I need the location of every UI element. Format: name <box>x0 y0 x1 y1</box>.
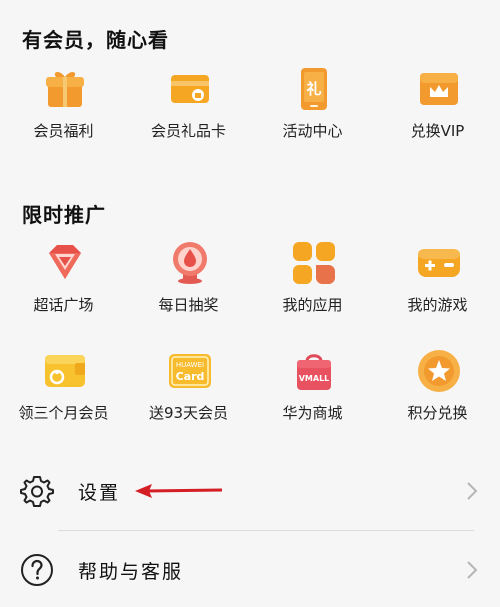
help-label: 帮助与客服 <box>78 561 184 583</box>
tile-93-days-membership[interactable]: HUAWEI Card 送93天会员 <box>126 349 251 439</box>
tile-label: 会员礼品卡 <box>150 122 226 140</box>
huawei-card-icon: HUAWEI Card <box>169 354 211 388</box>
tile-redeem-vip[interactable]: 兑换VIP <box>375 67 500 157</box>
huawei-card-bottom-text: Card <box>176 370 205 383</box>
tile-label: 领三个月会员 <box>18 404 109 422</box>
chevron-right-icon <box>467 561 478 579</box>
tile-label: 我的应用 <box>282 296 343 314</box>
settings-row[interactable]: 设置 <box>0 461 500 521</box>
wallet-icon <box>45 355 85 387</box>
gear-icon <box>20 476 54 507</box>
tile-label: 兑换VIP <box>410 122 465 140</box>
event-center-icon: 礼 <box>301 68 327 110</box>
settings-label: 设置 <box>78 482 121 504</box>
promotion-section-title: 限时推广 <box>22 203 106 227</box>
tile-three-months-membership[interactable]: 领三个月会员 <box>1 349 126 439</box>
tile-super-topic[interactable]: 超话广场 <box>1 241 126 331</box>
apps-icon <box>293 242 335 284</box>
divider <box>58 530 474 531</box>
svg-text:礼: 礼 <box>306 80 321 98</box>
vmall-bag-icon: VMALL <box>297 354 331 390</box>
huawei-card-top-text: HUAWEI <box>176 361 204 369</box>
vmall-bag-text: VMALL <box>299 374 330 383</box>
gamepad-icon <box>418 249 460 277</box>
gift-card-icon <box>171 75 209 103</box>
tile-label: 送93天会员 <box>148 404 229 422</box>
gift-icon <box>46 72 84 107</box>
tile-label: 华为商城 <box>282 404 343 422</box>
tile-label: 超话广场 <box>33 296 94 314</box>
crown-icon <box>420 73 458 105</box>
promotion-row-2: 领三个月会员 HUAWEI Card 送93天会员 VMALL 华为商城 积分兑… <box>0 349 500 439</box>
tile-my-games[interactable]: 我的游戏 <box>375 241 500 331</box>
tile-member-gift-card[interactable]: 会员礼品卡 <box>126 67 251 157</box>
diamond-icon <box>49 245 81 279</box>
tile-huawei-mall[interactable]: VMALL 华为商城 <box>250 349 375 439</box>
chevron-right-icon <box>467 482 478 500</box>
promotion-row-1: 超话广场 每日抽奖 我的应用 我的游戏 <box>0 241 500 331</box>
membership-row: 会员福利 会员礼品卡 礼 活动中心 兑换VIP <box>0 67 500 157</box>
star-coin-icon <box>418 350 460 392</box>
tile-label: 我的游戏 <box>407 296 468 314</box>
help-row[interactable]: 帮助与客服 <box>0 540 500 600</box>
tile-daily-lottery[interactable]: 每日抽奖 <box>126 241 251 331</box>
tile-points-exchange[interactable]: 积分兑换 <box>375 349 500 439</box>
tile-my-apps[interactable]: 我的应用 <box>250 241 375 331</box>
membership-section-title: 有会员，随心看 <box>22 28 169 52</box>
tile-label: 会员福利 <box>33 122 94 140</box>
red-arrow-annotation <box>135 484 223 498</box>
tile-event-center[interactable]: 礼 活动中心 <box>250 67 375 157</box>
tile-label: 活动中心 <box>282 122 343 140</box>
tile-label: 每日抽奖 <box>158 296 219 314</box>
help-icon <box>21 554 53 586</box>
lottery-icon <box>173 242 207 284</box>
tile-member-benefits[interactable]: 会员福利 <box>1 67 126 157</box>
tile-label: 积分兑换 <box>407 404 468 422</box>
